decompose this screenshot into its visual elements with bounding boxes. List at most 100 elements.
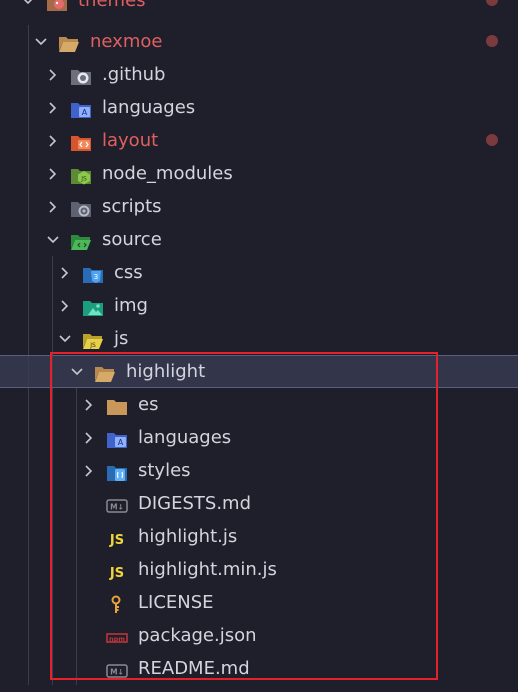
- chevron-right-icon[interactable]: [58, 289, 72, 322]
- indent-guide: [52, 421, 53, 454]
- tree-item-scripts[interactable]: scripts: [0, 190, 518, 223]
- tree-item-styles[interactable]: styles: [0, 454, 518, 487]
- indent-guide: [28, 322, 29, 355]
- tree-item-nexmoe[interactable]: nexmoe: [0, 25, 518, 58]
- github-folder-icon: [70, 65, 92, 85]
- chevron-right-icon[interactable]: [46, 190, 60, 223]
- languages-folder-icon: A: [70, 98, 92, 118]
- indent-guide: [28, 25, 29, 58]
- tree-item-label: highlight.js: [138, 526, 238, 547]
- indent-guide: [28, 190, 29, 223]
- tree-item-github[interactable]: .github: [0, 58, 518, 91]
- chevron-right-icon[interactable]: [46, 58, 60, 91]
- tree-item-highlight-js[interactable]: JS highlight.js: [0, 520, 518, 553]
- chevron-down-icon[interactable]: [34, 25, 48, 58]
- chevron-down-icon[interactable]: [21, 0, 35, 17]
- indent-guide: [28, 520, 29, 553]
- tree-item-languages[interactable]: A languages: [0, 421, 518, 454]
- source-folder-icon: [70, 230, 92, 250]
- svg-text:npm: npm: [109, 635, 125, 643]
- indent-guide: [28, 289, 29, 322]
- tree-item-node-modules[interactable]: JS node_modules: [0, 157, 518, 190]
- js-file-icon: JS: [106, 560, 128, 581]
- indent-guide: [28, 124, 29, 157]
- chevron-right-icon[interactable]: [58, 256, 72, 289]
- js-folder-icon: JS: [82, 329, 104, 349]
- chevron-right-icon[interactable]: [46, 91, 60, 124]
- tree-item-label: LICENSE: [138, 592, 214, 613]
- indent-guide: [76, 553, 77, 586]
- svg-text:JS: JS: [89, 342, 96, 349]
- chevron-down-icon[interactable]: [58, 322, 72, 355]
- indent-guide: [28, 553, 29, 586]
- indent-guide: [52, 487, 53, 520]
- tree-item-languages[interactable]: A languages: [0, 91, 518, 124]
- chevron-right-icon[interactable]: [82, 388, 96, 421]
- indent-guide: [52, 289, 53, 322]
- tree-item-label: themes: [78, 0, 146, 11]
- tree-item-license[interactable]: LICENSE: [0, 586, 518, 619]
- chevron-down-icon[interactable]: [46, 223, 60, 256]
- js-file-icon: JS: [106, 527, 128, 548]
- tree-item-digests-md[interactable]: M↓ DIGESTS.md: [0, 487, 518, 520]
- tree-item-package-json[interactable]: npm package.json: [0, 619, 518, 652]
- indent-guide: [76, 388, 77, 421]
- indent-guide: [28, 619, 29, 652]
- images-folder-icon: [82, 296, 104, 316]
- tree-item-img[interactable]: img: [0, 289, 518, 322]
- tree-item-label: nexmoe: [90, 31, 163, 52]
- indent-guide: [28, 256, 29, 289]
- indent-guide: [52, 652, 53, 685]
- chevron-right-icon[interactable]: [82, 454, 96, 487]
- tree-item-es[interactable]: es: [0, 388, 518, 421]
- svg-text:JS: JS: [80, 176, 87, 183]
- folder-icon: [106, 395, 128, 415]
- chevron-right-icon[interactable]: [82, 421, 96, 454]
- indent-guide: [28, 421, 29, 454]
- indent-guide: [28, 355, 29, 388]
- node-modules-folder-icon: JS: [70, 164, 92, 185]
- tree-item-label: README.md: [138, 658, 250, 679]
- indent-guide: [52, 388, 53, 421]
- indent-guide: [76, 586, 77, 619]
- tree-item-themes[interactable]: themes: [0, 0, 518, 17]
- indent-guide: [52, 322, 53, 355]
- indent-guide: [28, 388, 29, 421]
- chevron-right-icon[interactable]: [46, 124, 60, 157]
- tree-item-layout[interactable]: layout: [0, 124, 518, 157]
- tree-item-readme-md[interactable]: M↓ README.md: [0, 652, 518, 685]
- indent-guide: [28, 586, 29, 619]
- tree-item-css[interactable]: 3 css: [0, 256, 518, 289]
- indent-guide: [28, 157, 29, 190]
- tree-item-label: scripts: [102, 196, 162, 217]
- indent-guide: [52, 553, 53, 586]
- indent-guide: [52, 520, 53, 553]
- scripts-folder-icon: [70, 197, 92, 217]
- tree-item-label: languages: [102, 97, 196, 118]
- tree-item-label: source: [102, 229, 162, 250]
- tree-item-highlight[interactable]: highlight: [0, 355, 518, 388]
- indent-guide: [76, 652, 77, 685]
- npm-file-icon: npm: [106, 626, 128, 646]
- indent-guide: [28, 487, 29, 520]
- indent-guide: [52, 454, 53, 487]
- chevron-down-icon[interactable]: [70, 355, 84, 388]
- svg-text:M↓: M↓: [110, 668, 124, 677]
- chevron-right-icon[interactable]: [46, 157, 60, 190]
- indent-guide: [52, 619, 53, 652]
- indent-guide: [28, 58, 29, 91]
- tree-item-label: .github: [102, 64, 166, 85]
- license-file-icon: [106, 593, 128, 613]
- tree-item-highlight-min-js[interactable]: JS highlight.min.js: [0, 553, 518, 586]
- svg-text:JS: JS: [109, 533, 124, 548]
- themes-folder-icon: [46, 0, 68, 11]
- svg-text:A: A: [82, 108, 88, 117]
- tree-item-label: DIGESTS.md: [138, 493, 252, 514]
- tree-item-js[interactable]: JS js: [0, 322, 518, 355]
- tree-item-source[interactable]: source: [0, 223, 518, 256]
- tree-item-label: img: [114, 295, 148, 316]
- indent-guide: [28, 223, 29, 256]
- styles-folder-icon: [106, 461, 128, 481]
- languages-folder-icon: A: [106, 428, 128, 448]
- tree-item-label: node_modules: [102, 163, 233, 184]
